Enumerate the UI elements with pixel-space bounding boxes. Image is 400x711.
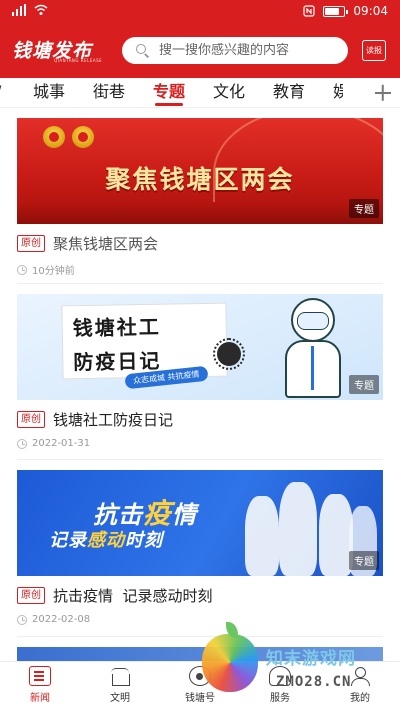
search-icon xyxy=(136,44,149,57)
battery-icon xyxy=(323,5,349,17)
nav-label: 我的 xyxy=(350,693,370,704)
tab-education[interactable]: 教育 xyxy=(273,82,305,106)
banner-text: 情 xyxy=(172,501,198,529)
nav-label: 服务 xyxy=(270,693,290,704)
bottom-nav: 新闻 文明 钱塘号 服务 我的 xyxy=(0,661,400,711)
clock-icon xyxy=(17,264,27,275)
banner-line-2: 记录感动时刻 xyxy=(49,526,163,552)
divider xyxy=(17,636,383,637)
original-badge: 原创 xyxy=(17,235,45,252)
tab-city[interactable]: 城事 xyxy=(33,82,65,106)
clock-icon xyxy=(17,614,27,625)
news-feed: 聚焦钱塘区两会 专题 原创 聚焦钱塘区两会 10分钟前 钱塘社工 防疫日记 众志… xyxy=(0,108,400,661)
card-banner[interactable]: 钱塘社工 防疫日记 众志成城 共抗疫情 专题 xyxy=(17,294,383,400)
original-badge: 原创 xyxy=(17,411,45,428)
card-title[interactable]: 聚焦钱塘区两会 xyxy=(53,233,158,254)
topic-tag: 专题 xyxy=(349,375,379,394)
publish-time: 10分钟前 xyxy=(32,266,75,277)
read-paper-button[interactable]: 读报 xyxy=(362,40,386,61)
card-title[interactable]: 抗击疫情 记录感动时刻 xyxy=(53,585,213,606)
banner-line-1: 钱塘社工 xyxy=(72,314,161,341)
nav-qiantang-hao[interactable]: 钱塘号 xyxy=(170,666,230,704)
publish-time: 2022-02-08 xyxy=(32,614,91,625)
banner-text: 抗击 xyxy=(93,501,143,529)
app-header: 09:04 钱塘发布 QIANTANG RELEASE 读报 xyxy=(0,0,400,78)
category-tabs: / 城事 街巷 专题 文化 教育 娱 xyxy=(0,78,400,108)
nav-label: 新闻 xyxy=(30,693,50,704)
banner-line-2: 防疫日记 xyxy=(73,348,162,375)
status-bar: 09:04 xyxy=(0,0,400,24)
protective-suit-figure xyxy=(273,298,353,398)
tab-topics[interactable]: 专题 xyxy=(153,82,185,106)
emblem-icon xyxy=(43,126,65,148)
virus-icon xyxy=(213,338,245,370)
nav-profile[interactable]: 我的 xyxy=(330,666,390,704)
nav-news[interactable]: 新闻 xyxy=(10,666,70,704)
nav-service[interactable]: 服务 xyxy=(250,666,310,704)
search-bar[interactable] xyxy=(122,37,348,64)
search-input[interactable] xyxy=(159,43,339,58)
add-channel-icon[interactable] xyxy=(366,78,400,107)
feed-card-partial[interactable] xyxy=(17,647,383,661)
banner-text-highlight: 感动 xyxy=(87,530,125,551)
civilization-icon xyxy=(109,666,131,686)
divider xyxy=(17,283,383,284)
tab-culture[interactable]: 文化 xyxy=(213,82,245,106)
tab-streets[interactable]: 街巷 xyxy=(93,82,125,106)
card-banner[interactable]: 抗击疫情 记录感动时刻 专题 xyxy=(17,470,383,576)
banner-text: 记录 xyxy=(49,530,87,551)
nav-civilization[interactable]: 文明 xyxy=(90,666,150,704)
nav-label: 文明 xyxy=(110,693,130,704)
card-title[interactable]: 钱塘社工防疫日记 xyxy=(53,409,173,430)
signal-icon xyxy=(12,4,26,16)
emblem-icon xyxy=(72,126,94,148)
newspaper-icon xyxy=(29,666,51,686)
topic-tag: 专题 xyxy=(349,551,379,570)
wifi-icon xyxy=(34,4,48,15)
original-badge: 原创 xyxy=(17,587,45,604)
banner-title: 聚焦钱塘区两会 xyxy=(105,165,295,194)
tab-partial-right[interactable]: 娱 xyxy=(333,82,343,106)
nfc-icon xyxy=(303,5,316,17)
topic-tag: 专题 xyxy=(349,199,379,218)
clock-icon xyxy=(17,438,27,449)
feed-card[interactable]: 抗击疫情 记录感动时刻 专题 原创 抗击疫情 记录感动时刻 2022-02-08 xyxy=(17,470,383,625)
status-time: 09:04 xyxy=(353,4,388,18)
card-banner[interactable]: 聚焦钱塘区两会 专题 xyxy=(17,118,383,224)
feed-card[interactable]: 聚焦钱塘区两会 专题 原创 聚焦钱塘区两会 10分钟前 xyxy=(17,118,383,277)
app-logo[interactable]: 钱塘发布 QIANTANG RELEASE xyxy=(12,36,108,64)
service-icon xyxy=(269,666,291,686)
divider xyxy=(17,459,383,460)
publish-time: 2022-01-31 xyxy=(32,438,91,449)
qiantang-hao-icon xyxy=(189,666,211,686)
profile-icon xyxy=(349,666,371,686)
banner-text: 时刻 xyxy=(125,530,163,551)
nav-label: 钱塘号 xyxy=(185,693,215,704)
logo-subtext: QIANTANG RELEASE xyxy=(54,58,103,63)
feed-card[interactable]: 钱塘社工 防疫日记 众志成城 共抗疫情 专题 原创 钱塘社工防疫日记 2022-… xyxy=(17,294,383,449)
tab-partial-left[interactable]: / xyxy=(0,82,4,106)
